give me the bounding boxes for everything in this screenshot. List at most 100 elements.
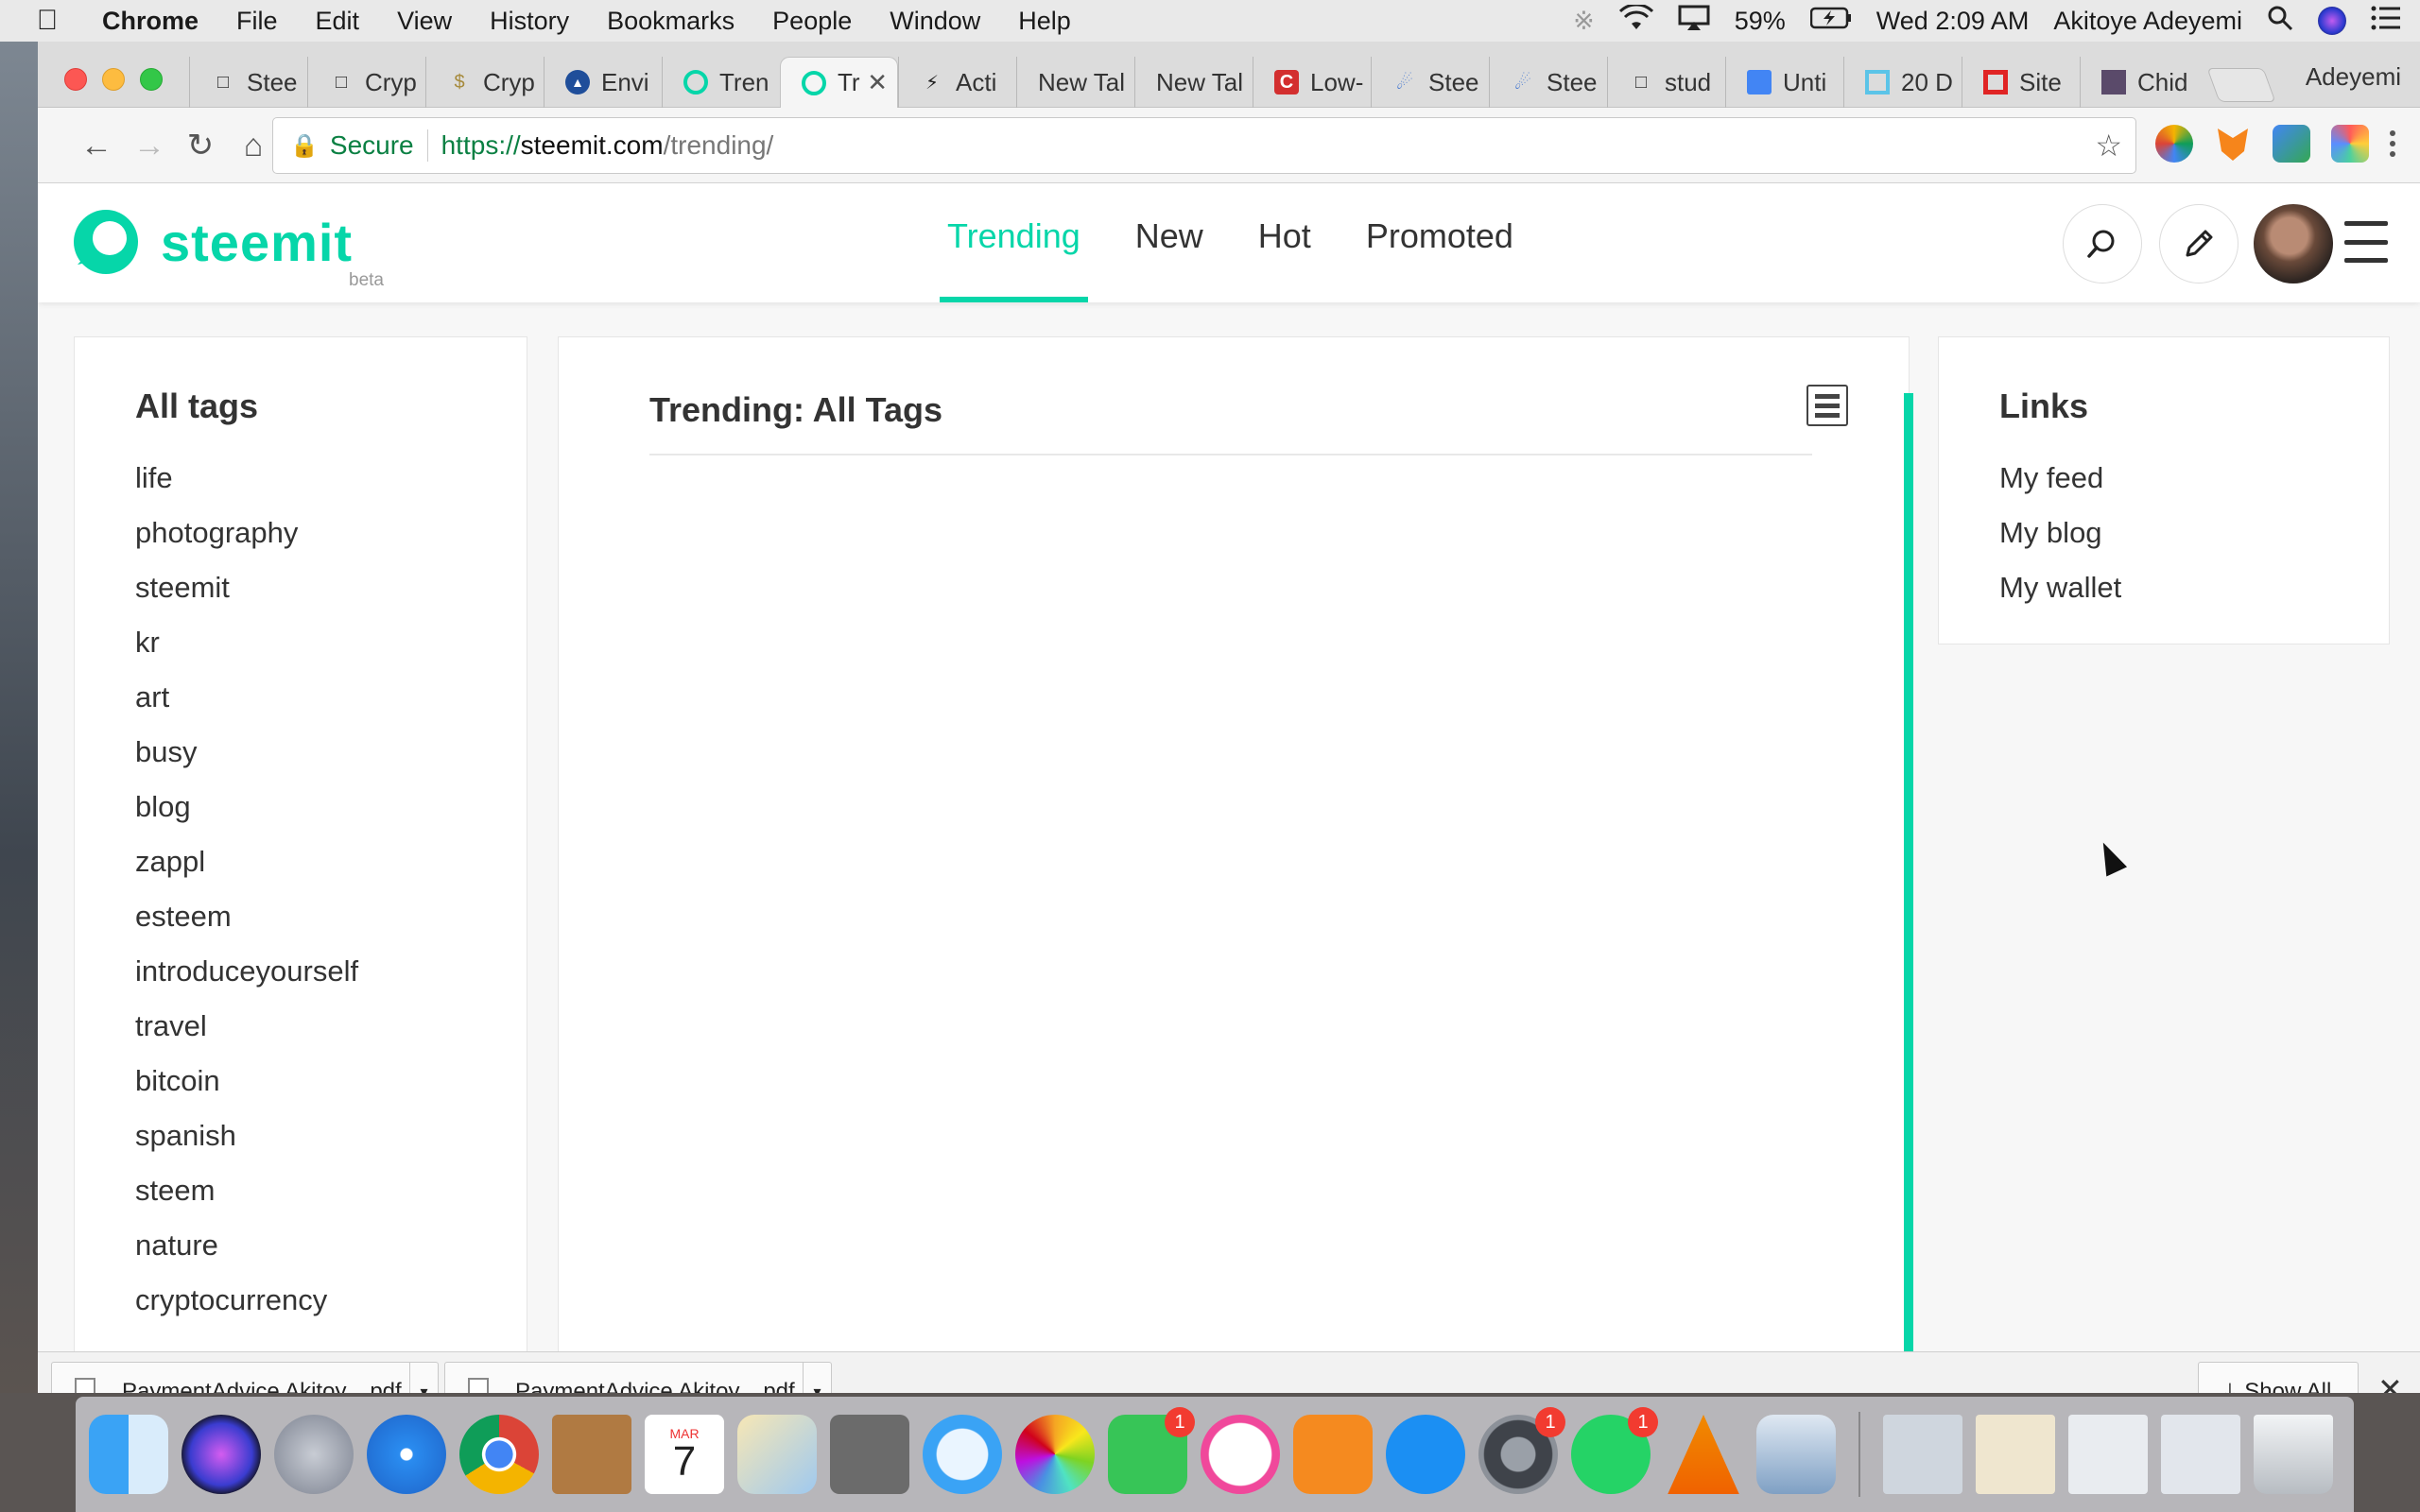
download-item[interactable]: PaymentAdvice Akitoy....pdf ▾ [444, 1362, 832, 1393]
menu-history[interactable]: History [490, 7, 569, 36]
metamask-fox-icon[interactable] [2218, 129, 2248, 161]
contacts-book-icon[interactable] [552, 1415, 631, 1494]
tag-link[interactable]: busy [135, 725, 358, 780]
link-my-feed[interactable]: My feed [1999, 451, 2121, 506]
nav-hot[interactable]: Hot [1254, 183, 1315, 302]
photos-flower-icon[interactable] [1015, 1415, 1095, 1494]
tab[interactable]: ☄ Stee [1371, 57, 1489, 108]
download-item[interactable]: PaymentAdvice Akitoy....pdf ▾ [51, 1362, 439, 1393]
window-minimize-button[interactable] [102, 68, 125, 91]
tag-link[interactable]: cryptocurrency [135, 1273, 358, 1328]
airplay-icon[interactable] [1678, 5, 1710, 38]
tag-link[interactable]: zappl [135, 834, 358, 889]
tag-link[interactable]: life [135, 451, 358, 506]
bluetooth-icon[interactable]: ※ [1573, 7, 1595, 36]
tag-link[interactable]: spanish [135, 1108, 358, 1163]
finder-icon[interactable] [89, 1415, 168, 1494]
forward-arrow-icon[interactable]: → [129, 125, 170, 166]
show-all-downloads-button[interactable]: ⤓ Show All [2198, 1362, 2359, 1393]
tab-active[interactable]: Tr ✕ [780, 57, 898, 108]
close-icon[interactable]: ✕ [2377, 1371, 2403, 1393]
extension-icon[interactable] [2331, 125, 2369, 163]
close-icon[interactable]: ✕ [867, 68, 888, 97]
tab[interactable]: ⚡ Acti [898, 57, 1016, 108]
tag-link[interactable]: photography [135, 506, 358, 560]
tab[interactable]: C Low- [1253, 57, 1371, 108]
link-my-blog[interactable]: My blog [1999, 506, 2121, 560]
tab[interactable]: 20 D [1843, 57, 1962, 108]
battery-percent[interactable]: 59% [1735, 7, 1786, 36]
secure-label[interactable]: Secure [330, 130, 414, 161]
vlc-cone-icon[interactable] [1668, 1415, 1739, 1494]
tag-link[interactable]: art [135, 670, 358, 725]
bookmark-star-icon[interactable]: ☆ [2095, 128, 2122, 163]
ibooks-icon[interactable] [1293, 1415, 1373, 1494]
menu-bookmarks[interactable]: Bookmarks [607, 7, 735, 36]
menu-view[interactable]: View [397, 7, 452, 36]
chevron-down-icon[interactable]: ▾ [803, 1363, 831, 1393]
apple-menu-icon[interactable]:  [19, 5, 76, 37]
nav-trending[interactable]: Trending [940, 183, 1088, 302]
siri-icon[interactable] [182, 1415, 261, 1494]
menu-help[interactable]: Help [1018, 7, 1071, 36]
chrome-icon[interactable] [459, 1415, 539, 1494]
trash-icon[interactable] [2254, 1415, 2333, 1494]
link-my-wallet[interactable]: My wallet [1999, 560, 2121, 615]
menu-people[interactable]: People [772, 7, 852, 36]
calculator-icon[interactable] [830, 1415, 909, 1494]
minimized-window-icon[interactable] [1883, 1415, 1962, 1494]
menu-window[interactable]: Window [890, 7, 980, 36]
user-name[interactable]: Akitoye Adeyemi [2053, 7, 2242, 36]
facetime-icon[interactable]: 1 [1108, 1407, 1195, 1494]
compose-button[interactable] [2159, 204, 2238, 284]
spotlight-icon[interactable] [2267, 5, 2293, 38]
tab[interactable]: □ Cryp [307, 57, 425, 108]
tab[interactable]: ☄ Stee [1489, 57, 1607, 108]
extension-icon[interactable] [2155, 125, 2193, 163]
profile-name[interactable]: Adeyemi [2306, 62, 2401, 92]
search-button[interactable] [2063, 204, 2142, 284]
steemit-logo[interactable]: steemit beta [70, 206, 384, 290]
nav-new[interactable]: New [1132, 183, 1207, 302]
tab[interactable]: Unti [1725, 57, 1843, 108]
tag-link[interactable]: bitcoin [135, 1054, 358, 1108]
tab[interactable]: Tren [662, 57, 780, 108]
minimized-window-icon[interactable] [1976, 1415, 2055, 1494]
calendar-icon[interactable]: MAR 7 [645, 1415, 724, 1494]
preview-icon[interactable] [737, 1415, 817, 1494]
tab[interactable]: Chid [2080, 57, 2198, 108]
whatsapp-icon[interactable]: 1 [1571, 1407, 1658, 1494]
safari-compass-icon[interactable] [367, 1415, 446, 1494]
tag-link[interactable]: steemit [135, 560, 358, 615]
tag-link[interactable]: blog [135, 780, 358, 834]
tab[interactable]: ▲ Envi [544, 57, 662, 108]
home-icon[interactable]: ⌂ [233, 125, 274, 166]
nav-promoted[interactable]: Promoted [1362, 183, 1517, 302]
tab[interactable]: □ stud [1607, 57, 1725, 108]
tab[interactable]: □ Stee [189, 57, 307, 108]
menu-app-name[interactable]: Chrome [102, 7, 199, 36]
tab[interactable]: $ Cryp [425, 57, 544, 108]
siri-icon[interactable] [2318, 7, 2346, 35]
chevron-down-icon[interactable]: ▾ [409, 1363, 438, 1393]
tab[interactable]: New Tal [1016, 57, 1134, 108]
menu-edit[interactable]: Edit [316, 7, 360, 36]
window-maximize-button[interactable] [140, 68, 163, 91]
tag-link[interactable]: nature [135, 1218, 358, 1273]
hamburger-menu-icon[interactable] [2344, 221, 2388, 263]
clock[interactable]: Wed 2:09 AM [1876, 7, 2030, 36]
tag-link[interactable]: kr [135, 615, 358, 670]
tab[interactable]: Site [1962, 57, 2080, 108]
app-store-icon[interactable] [1386, 1415, 1465, 1494]
list-layout-toggle-icon[interactable] [1806, 385, 1848, 426]
reload-icon[interactable]: ↻ [180, 125, 221, 166]
new-tab-button[interactable] [2206, 68, 2276, 102]
minimized-window-icon[interactable] [2068, 1415, 2148, 1494]
tab[interactable]: New Tal [1134, 57, 1253, 108]
system-preferences-gear-icon[interactable]: 1 [1478, 1407, 1565, 1494]
lock-icon[interactable]: 🔒 [290, 132, 319, 160]
notification-center-icon[interactable] [2371, 6, 2401, 37]
battery-icon[interactable] [1809, 7, 1852, 36]
tag-link[interactable]: travel [135, 999, 358, 1054]
image-capture-icon[interactable] [1756, 1415, 1836, 1494]
